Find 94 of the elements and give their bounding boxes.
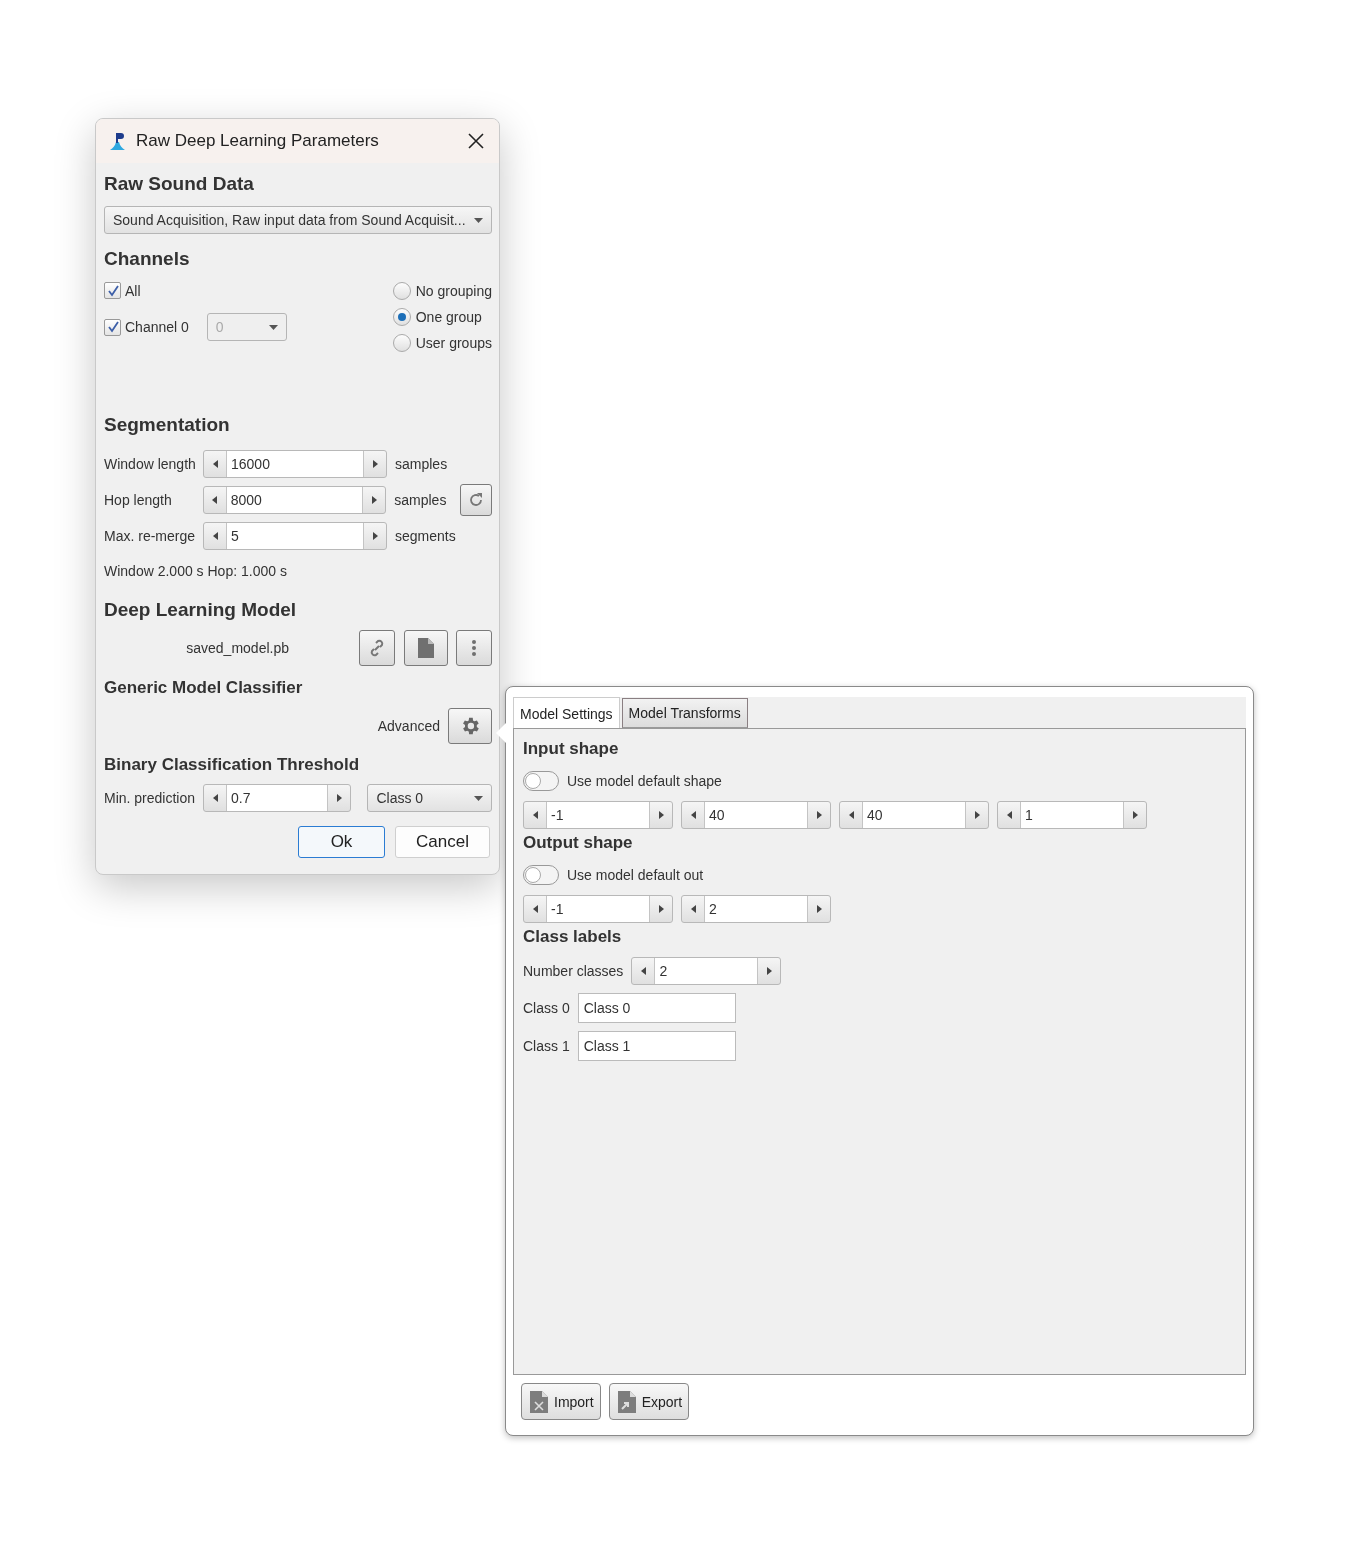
spinner-field[interactable]: -1 — [546, 802, 650, 828]
settings-button[interactable] — [448, 708, 492, 744]
left-arrow-icon — [212, 460, 218, 468]
spinner-field[interactable]: 2 — [704, 896, 808, 922]
radio-button[interactable] — [392, 282, 411, 300]
import-button[interactable]: Import — [521, 1383, 601, 1420]
right-arrow-icon — [658, 811, 664, 819]
checkbox[interactable] — [104, 282, 121, 299]
cancel-button[interactable]: Cancel — [395, 826, 490, 858]
left-arrow-icon — [212, 496, 218, 504]
checkbox-label: All — [125, 282, 141, 299]
right-arrow-icon — [372, 460, 378, 468]
toggle-switch[interactable] — [523, 865, 559, 885]
tab[interactable]: Model Settings — [513, 697, 620, 729]
field-label: Window length — [104, 456, 197, 472]
radio-label: User groups — [415, 335, 492, 351]
left-arrow-icon — [532, 905, 538, 913]
spinner-field[interactable]: 8000 — [225, 487, 364, 513]
channel-dropdown: 0 — [206, 313, 287, 341]
advanced-label: Advanced — [377, 718, 440, 734]
radio-button[interactable] — [392, 334, 411, 352]
more-button[interactable] — [456, 630, 492, 666]
right-arrow-icon — [1132, 811, 1138, 819]
section-heading: Binary Classification Threshold — [104, 755, 361, 775]
section-heading: Deep Learning Model — [104, 599, 298, 621]
export-button[interactable]: Export — [608, 1383, 690, 1420]
file-button[interactable] — [404, 630, 448, 666]
toggle-label: Use model default out — [567, 867, 704, 883]
field-label: Max. re-merge — [104, 528, 197, 544]
right-arrow-icon — [658, 905, 664, 913]
radio-button[interactable] — [392, 308, 411, 326]
section-heading: Input shape — [523, 739, 620, 759]
refresh-button[interactable] — [460, 484, 492, 516]
file-import-icon — [530, 1390, 548, 1413]
left-arrow-icon — [212, 794, 218, 802]
section-heading: Segmentation — [104, 414, 231, 436]
refresh-icon — [468, 492, 485, 508]
section-heading: Generic Model Classifier — [104, 678, 304, 698]
spinner-field[interactable]: -1 — [546, 896, 650, 922]
right-arrow-icon — [816, 905, 822, 913]
caret-icon — [474, 795, 483, 801]
left-arrow-icon — [212, 532, 218, 540]
source-dropdown[interactable]: Sound Acquisition, Raw input data from Sound Acquisit... — [104, 206, 492, 234]
checkbox[interactable] — [104, 318, 121, 336]
class-name-field[interactable]: Class 0 — [577, 993, 736, 1023]
radio-label: No grouping — [415, 283, 492, 299]
ok-button[interactable]: Ok — [298, 826, 385, 858]
spinner-field[interactable]: 2 — [654, 958, 759, 984]
field-label: Hop length — [104, 492, 173, 508]
tab[interactable]: Model Transforms — [621, 698, 748, 728]
left-arrow-icon — [690, 905, 696, 913]
spinner-field[interactable]: 40 — [704, 802, 808, 828]
right-arrow-icon — [974, 811, 980, 819]
caret-icon — [474, 217, 483, 223]
unit-label: segments — [394, 528, 457, 544]
right-arrow-icon — [766, 967, 772, 975]
left-arrow-icon — [848, 811, 854, 819]
spinner-field[interactable]: 5 — [226, 523, 364, 549]
link-button[interactable] — [359, 630, 395, 666]
section-heading: Channels — [104, 248, 191, 270]
left-arrow-icon — [690, 811, 696, 819]
spinner-field[interactable]: 40 — [862, 802, 966, 828]
class-name-field[interactable]: Class 1 — [577, 1031, 736, 1061]
field-label: Class 1 — [523, 1038, 570, 1054]
right-arrow-icon — [816, 811, 822, 819]
checkbox-label: Channel 0 — [125, 319, 189, 335]
spinner-field[interactable]: 1 — [1020, 802, 1124, 828]
right-arrow-icon — [336, 794, 342, 802]
field-label: Class 0 — [523, 1000, 570, 1016]
section-heading: Output shape — [523, 833, 634, 853]
section-heading: Raw Sound Data — [104, 173, 255, 195]
file-icon — [418, 638, 434, 658]
left-arrow-icon — [1006, 811, 1012, 819]
toggle-label: Use model default shape — [567, 773, 722, 789]
field-label: Number classes — [523, 963, 624, 979]
section-heading: Class labels — [523, 927, 623, 947]
field-label: Min. prediction — [104, 790, 195, 806]
more-vertical-icon — [472, 640, 476, 656]
spinner-field[interactable]: 16000 — [226, 451, 364, 477]
class-dropdown[interactable]: Class 0 — [367, 784, 492, 812]
right-arrow-icon — [371, 496, 377, 504]
window-title: Raw Deep Learning Parameters — [136, 131, 380, 151]
file-export-icon — [617, 1390, 636, 1413]
radio-label: One group — [415, 309, 482, 325]
unit-label: samples — [393, 492, 448, 508]
unit-label: samples — [394, 456, 449, 472]
right-arrow-icon — [372, 532, 378, 540]
left-arrow-icon — [640, 967, 646, 975]
model-file-name: saved_model.pb — [186, 640, 289, 656]
left-arrow-icon — [532, 811, 538, 819]
spinner-field[interactable]: 0.7 — [226, 785, 329, 811]
segmentation-summary: Window 2.000 s Hop: 1.000 s — [104, 563, 288, 579]
toggle-switch[interactable] — [523, 771, 559, 791]
caret-icon — [268, 324, 278, 330]
